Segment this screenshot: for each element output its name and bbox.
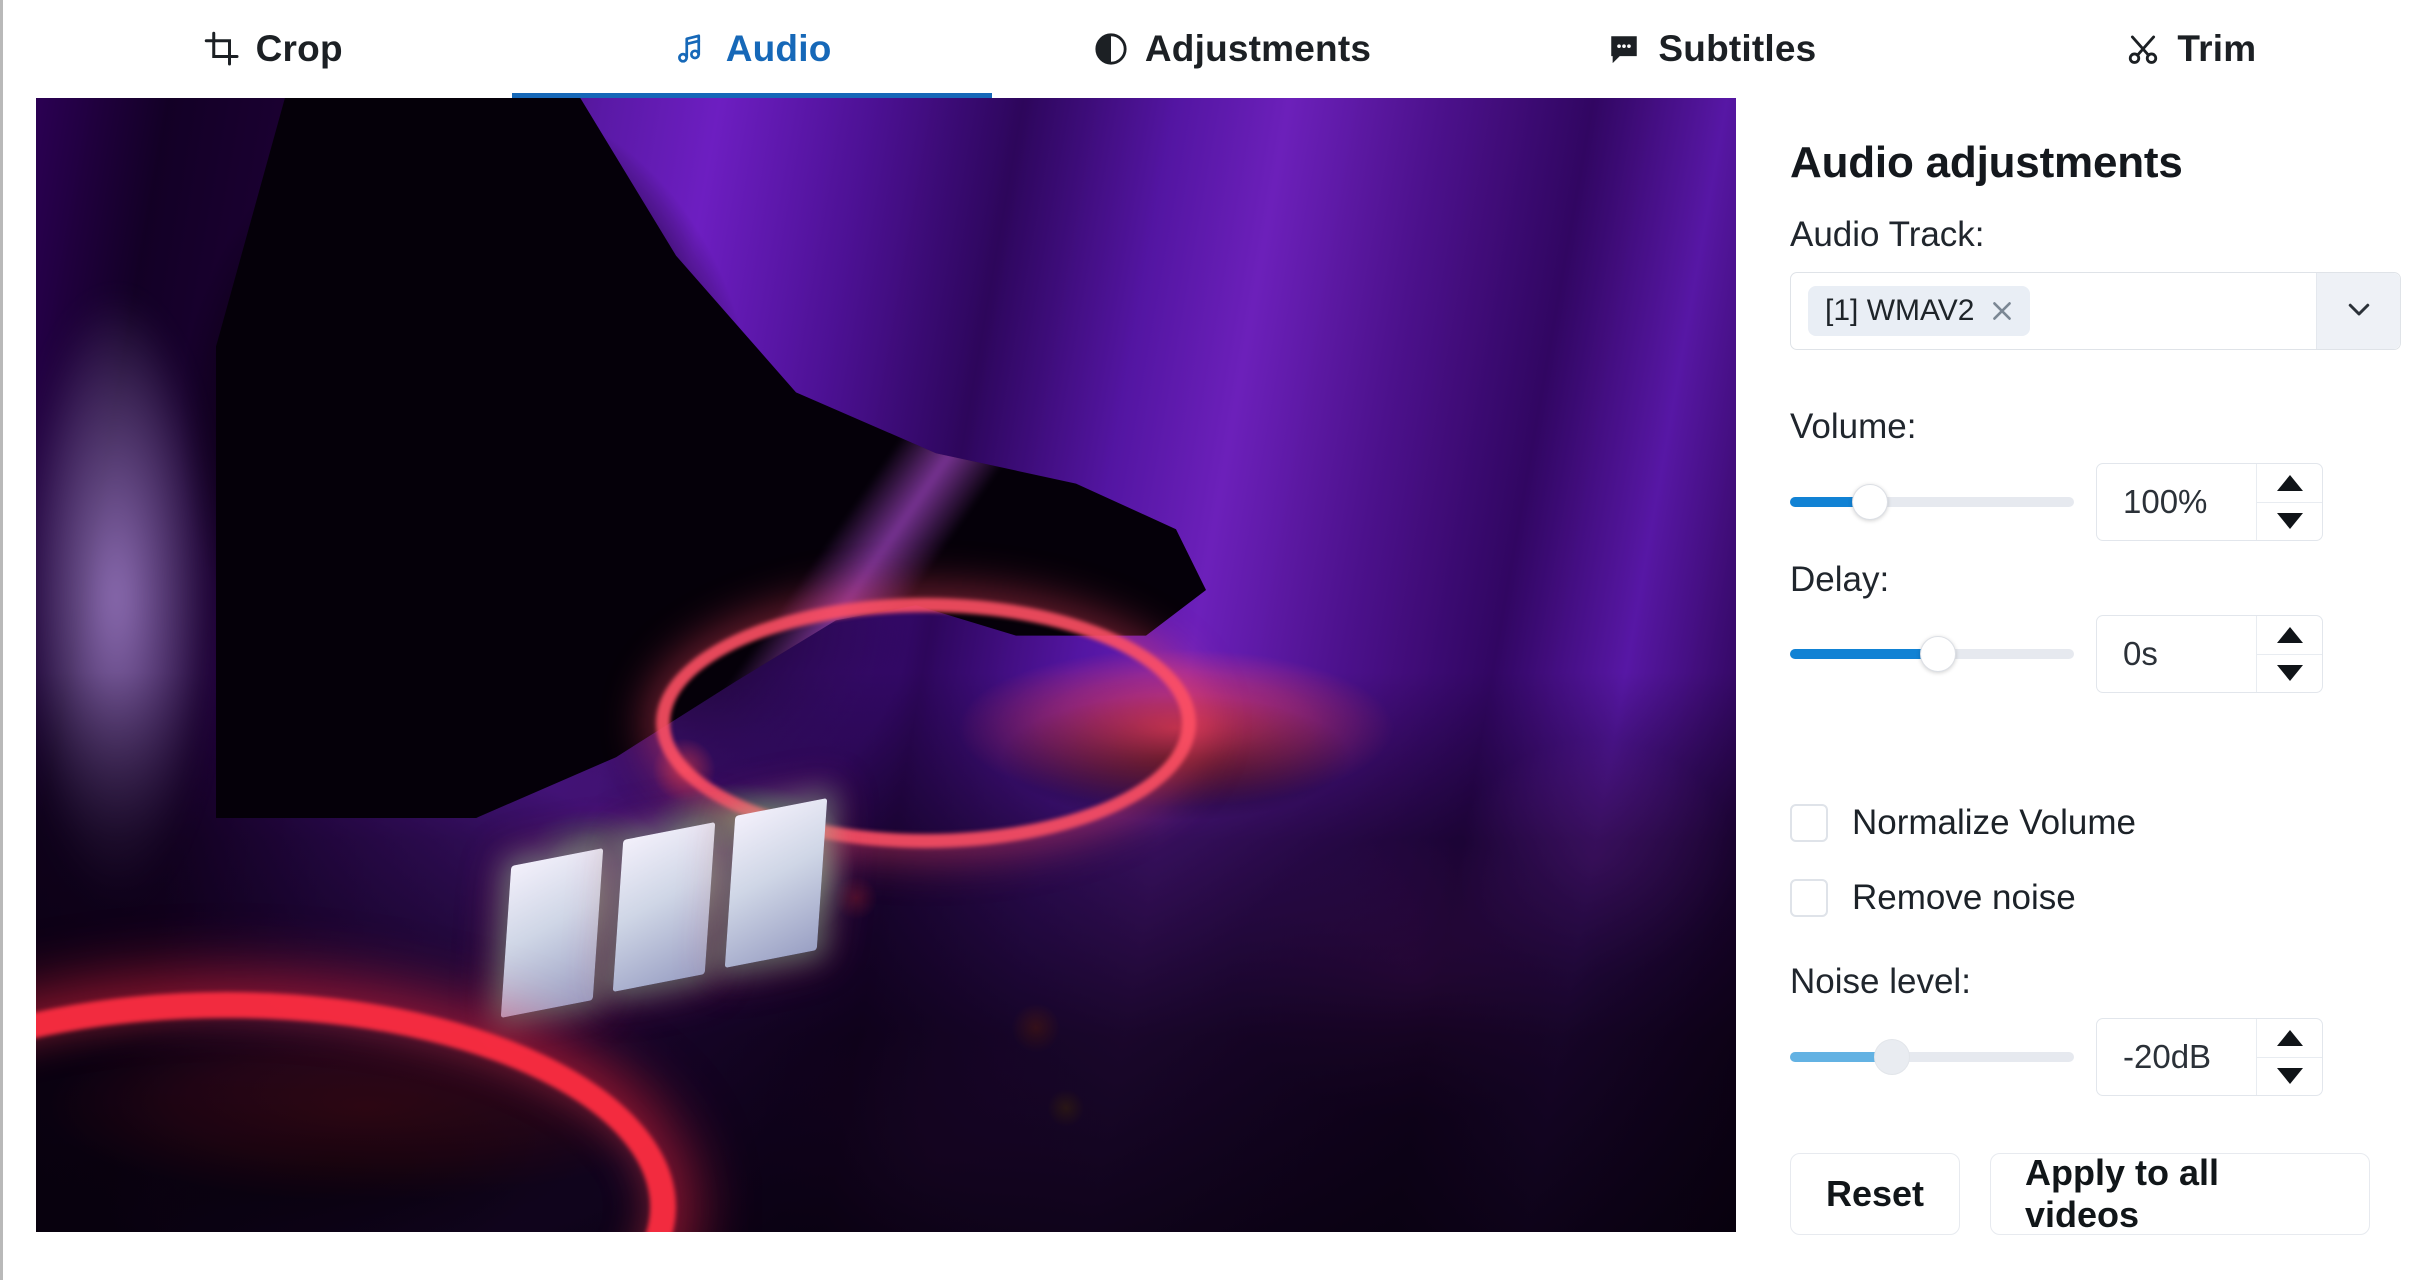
delay-value[interactable]: 0s: [2097, 616, 2256, 692]
volume-value[interactable]: 100%: [2097, 464, 2256, 540]
caption-icon: [1605, 30, 1643, 68]
tab-subtitles-label: Subtitles: [1658, 28, 1817, 69]
tab-adjustments-label: Adjustments: [1144, 28, 1372, 69]
crop-icon: [203, 30, 241, 68]
delay-stepper[interactable]: 0s: [2096, 615, 2323, 693]
caret-up-icon: [2276, 1029, 2303, 1046]
audio-track-chip-label: [1] WMAV2: [1825, 294, 1975, 327]
volume-increment-button[interactable]: [2257, 464, 2322, 503]
chevron-down-icon: [2344, 294, 2374, 329]
volume-stepper-arrows: [2256, 464, 2322, 540]
noise-level-row: -20dB: [1790, 1018, 2323, 1096]
audio-track-chip[interactable]: [1] WMAV2: [1808, 286, 2031, 336]
tab-crop[interactable]: Crop: [33, 0, 512, 98]
tab-crop-label: Crop: [255, 28, 343, 69]
delay-slider[interactable]: [1790, 631, 2074, 677]
tab-adjustments[interactable]: Adjustments: [992, 0, 1471, 98]
noise-level-value[interactable]: -20dB: [2097, 1019, 2256, 1095]
caret-down-icon: [2276, 665, 2303, 682]
audio-track-dropdown-toggle[interactable]: [2316, 273, 2400, 349]
tab-trim[interactable]: Trim: [1951, 0, 2430, 98]
close-icon[interactable]: [1988, 297, 2016, 325]
preview-pad: [500, 848, 604, 1018]
music-notes-icon: [673, 30, 711, 68]
panel-actions: Reset Apply to all videos: [1790, 1152, 2370, 1235]
video-editor-window: Crop Audio Adjustments Subtitles Trim Au…: [0, 0, 2430, 1280]
noise-level-label: Noise level:: [1790, 962, 1971, 1001]
caret-down-icon: [2276, 513, 2303, 530]
delay-row: 0s: [1790, 615, 2323, 693]
volume-decrement-button[interactable]: [2257, 503, 2322, 541]
noise-level-decrement-button[interactable]: [2257, 1058, 2322, 1096]
panel-title: Audio adjustments: [1790, 138, 2183, 187]
normalize-volume-checkbox[interactable]: [1790, 804, 1828, 842]
scissors-icon: [2124, 30, 2162, 68]
noise-level-stepper-arrows: [2256, 1019, 2322, 1095]
audio-adjustments-panel: Audio adjustments Audio Track: [1] WMAV2: [1790, 98, 2430, 1280]
delay-slider-fill: [1790, 649, 1938, 659]
remove-noise-checkbox-row[interactable]: Remove noise: [1790, 878, 2076, 918]
tab-trim-label: Trim: [2177, 28, 2257, 69]
noise-level-increment-button[interactable]: [2257, 1019, 2322, 1058]
preview-pad: [612, 822, 716, 992]
delay-slider-thumb[interactable]: [1919, 636, 1956, 672]
volume-row: 100%: [1790, 463, 2323, 541]
volume-slider-thumb[interactable]: [1851, 484, 1888, 520]
apply-to-all-videos-button[interactable]: Apply to all videos: [1990, 1152, 2370, 1235]
tab-audio-label: Audio: [725, 28, 832, 69]
caret-down-icon: [2276, 1068, 2303, 1085]
volume-stepper[interactable]: 100%: [2096, 463, 2323, 541]
normalize-volume-label: Normalize Volume: [1852, 803, 2136, 842]
audio-track-select[interactable]: [1] WMAV2: [1790, 272, 2401, 350]
caret-up-icon: [2276, 626, 2303, 643]
contrast-icon: [1092, 30, 1130, 68]
video-preview[interactable]: [36, 98, 1736, 1232]
preview-mixer-pads: [500, 798, 926, 1018]
remove-noise-checkbox[interactable]: [1790, 879, 1828, 917]
tab-audio[interactable]: Audio: [512, 0, 993, 98]
delay-increment-button[interactable]: [2257, 616, 2322, 655]
normalize-volume-checkbox-row[interactable]: Normalize Volume: [1790, 803, 2136, 843]
audio-track-chip-area: [1] WMAV2: [1791, 286, 2316, 336]
tab-subtitles[interactable]: Subtitles: [1471, 0, 1950, 98]
preview-pad: [724, 798, 828, 968]
volume-label: Volume:: [1790, 407, 1917, 446]
noise-level-slider[interactable]: [1790, 1034, 2074, 1080]
caret-up-icon: [2276, 474, 2303, 491]
volume-slider[interactable]: [1790, 479, 2074, 525]
noise-level-stepper[interactable]: -20dB: [2096, 1018, 2323, 1096]
remove-noise-label: Remove noise: [1852, 878, 2076, 917]
audio-track-label: Audio Track:: [1790, 215, 1985, 254]
reset-button[interactable]: Reset: [1790, 1153, 1960, 1235]
delay-decrement-button[interactable]: [2257, 655, 2322, 693]
editor-tab-bar: Crop Audio Adjustments Subtitles Trim: [33, 0, 2430, 98]
delay-stepper-arrows: [2256, 616, 2322, 692]
delay-label: Delay:: [1790, 560, 1890, 599]
noise-level-slider-thumb[interactable]: [1874, 1039, 1911, 1075]
